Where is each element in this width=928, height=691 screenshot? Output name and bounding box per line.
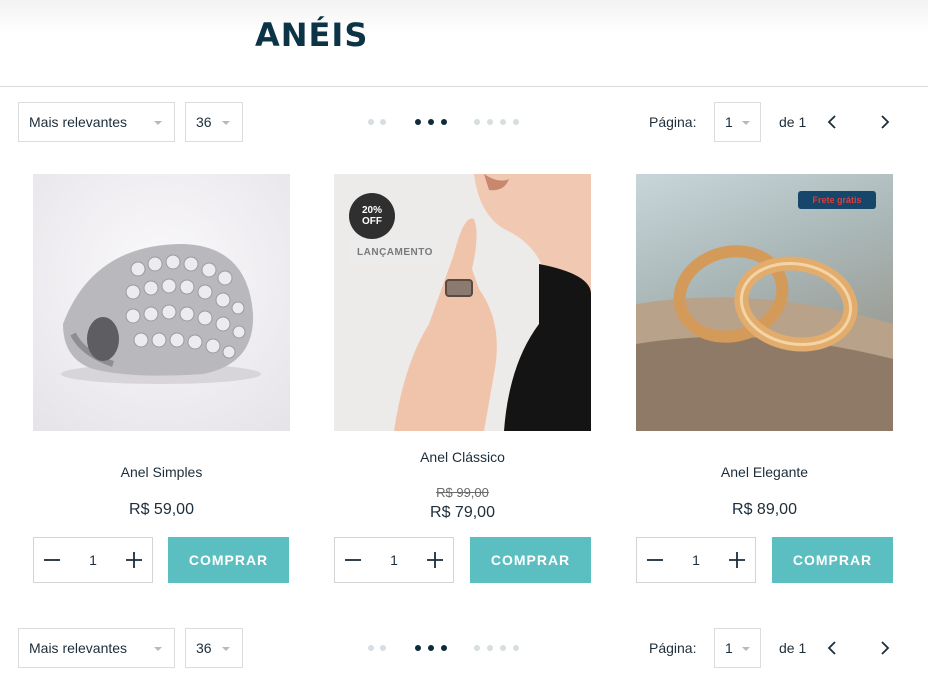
quantity-value[interactable]: 1	[673, 552, 719, 568]
toolbar-top: Mais relevantes 36 Página: 1 de 1	[0, 102, 928, 144]
dot[interactable]	[513, 645, 519, 651]
dot[interactable]	[474, 645, 480, 651]
minus-icon[interactable]	[637, 538, 673, 582]
caret-down-icon	[154, 647, 162, 651]
toolbar-bottom: Mais relevantes 36 Página: 1 de 1	[0, 628, 928, 670]
quantity-value[interactable]: 1	[70, 552, 116, 568]
caret-down-icon	[222, 647, 230, 651]
quantity-stepper: 1	[33, 537, 153, 583]
product-name[interactable]: Anel Clássico	[334, 449, 591, 465]
chevron-right-icon[interactable]	[874, 638, 894, 658]
dot[interactable]	[487, 645, 493, 651]
dot-active[interactable]	[441, 119, 447, 125]
gold-rings-image	[636, 245, 893, 431]
plus-icon[interactable]	[417, 538, 453, 582]
buy-button[interactable]: COMPRAR	[168, 537, 289, 583]
buy-button[interactable]: COMPRAR	[470, 537, 591, 583]
page-label: Página:	[649, 640, 697, 656]
dot-active[interactable]	[415, 119, 421, 125]
caret-down-icon	[222, 121, 230, 125]
page-select-value: 1	[725, 640, 733, 656]
sort-select[interactable]: Mais relevantes	[18, 102, 175, 142]
page-select[interactable]: 1	[714, 102, 761, 142]
caret-down-icon	[742, 647, 750, 651]
product-price: R$ 59,00	[129, 501, 194, 518]
plus-icon[interactable]	[719, 538, 755, 582]
sort-select[interactable]: Mais relevantes	[18, 628, 175, 668]
page-title: ANÉIS	[255, 16, 369, 54]
caret-down-icon	[154, 121, 162, 125]
dot[interactable]	[474, 119, 480, 125]
page-select[interactable]: 1	[714, 628, 761, 668]
minus-icon[interactable]	[335, 538, 371, 582]
dot-active[interactable]	[428, 645, 434, 651]
buy-button[interactable]: COMPRAR	[772, 537, 893, 583]
dot[interactable]	[380, 119, 386, 125]
dot-active[interactable]	[415, 645, 421, 651]
dot-active[interactable]	[428, 119, 434, 125]
quantity-stepper: 1	[334, 537, 454, 583]
dot[interactable]	[500, 645, 506, 651]
of-pages-label: de 1	[779, 640, 807, 656]
dot[interactable]	[513, 119, 519, 125]
chevron-left-icon[interactable]	[823, 112, 843, 132]
discount-badge-off: OFF	[362, 216, 382, 227]
dot[interactable]	[500, 119, 506, 125]
sort-select-value: Mais relevantes	[29, 114, 128, 130]
dot-active[interactable]	[441, 645, 447, 651]
per-page-value: 36	[196, 114, 212, 130]
page-label: Página:	[649, 114, 697, 130]
page-header: ANÉIS	[0, 0, 928, 87]
ring-silver-image	[61, 244, 261, 384]
discount-badge-pct: 20%	[361, 205, 382, 216]
launch-badge: LANÇAMENTO	[349, 241, 441, 264]
product-name[interactable]: Anel Elegante	[636, 464, 893, 480]
dot[interactable]	[368, 119, 374, 125]
free-shipping-badge: Frete grátis	[798, 191, 876, 209]
chevron-left-icon[interactable]	[823, 638, 843, 658]
product-image-anel-elegante[interactable]: Frete grátis	[636, 174, 893, 431]
product-image-anel-simples[interactable]	[33, 174, 290, 431]
quantity-stepper: 1	[636, 537, 756, 583]
product-name[interactable]: Anel Simples	[33, 464, 290, 480]
page-select-value: 1	[725, 114, 733, 130]
minus-icon[interactable]	[34, 538, 70, 582]
product-old-price: R$ 99,00	[436, 485, 489, 500]
per-page-select[interactable]: 36	[185, 628, 243, 668]
per-page-value: 36	[196, 640, 212, 656]
sort-select-value: Mais relevantes	[29, 640, 128, 656]
product-image-anel-classico[interactable]: 20% OFF LANÇAMENTO	[334, 174, 591, 431]
dot[interactable]	[380, 645, 386, 651]
plus-icon[interactable]	[116, 538, 152, 582]
product-price: R$ 79,00	[430, 504, 495, 521]
caret-down-icon	[742, 121, 750, 125]
quantity-value[interactable]: 1	[371, 552, 417, 568]
discount-badge: 20% OFF	[349, 193, 395, 239]
dot[interactable]	[487, 119, 493, 125]
per-page-select[interactable]: 36	[185, 102, 243, 142]
product-price: R$ 89,00	[732, 501, 797, 518]
chevron-right-icon[interactable]	[874, 112, 894, 132]
dot[interactable]	[368, 645, 374, 651]
of-pages-label: de 1	[779, 114, 807, 130]
